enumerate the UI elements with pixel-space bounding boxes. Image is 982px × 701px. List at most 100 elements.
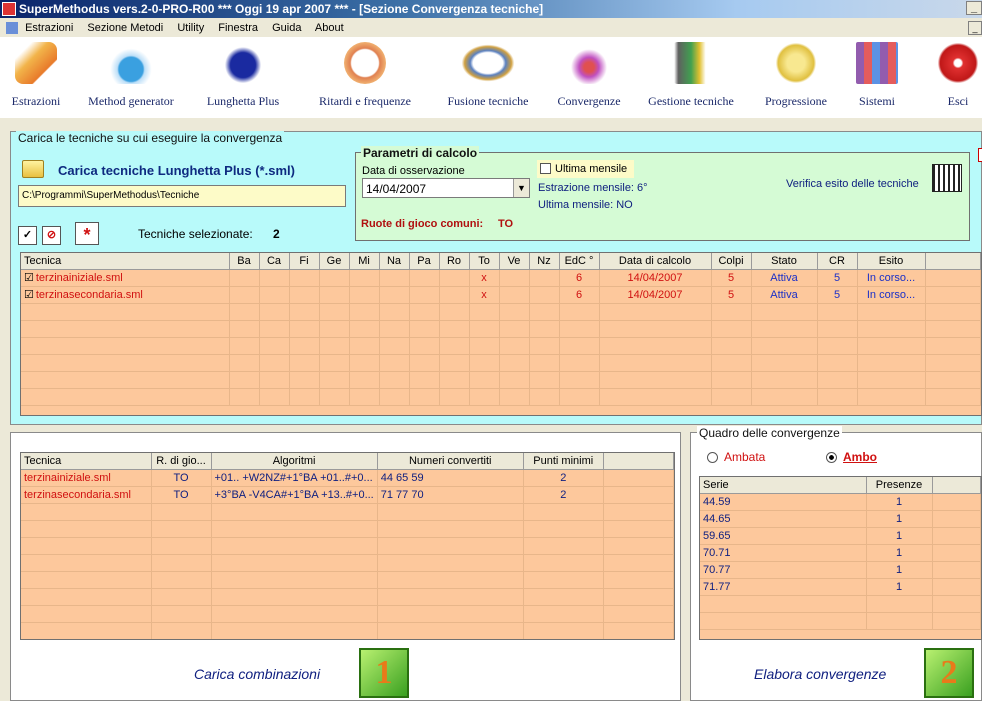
column-header[interactable]: Tecnica — [21, 453, 152, 470]
column-header[interactable]: Mi — [349, 253, 380, 270]
radio-ambata-label[interactable]: Ambata — [724, 450, 765, 464]
table-row[interactable]: 71.77 1 — [700, 578, 981, 596]
row-checkbox[interactable]: ☑ — [24, 289, 34, 301]
column-header[interactable]: Colpi — [711, 253, 752, 270]
toolbar-fusione-tecniche[interactable]: Fusione tecniche — [436, 42, 540, 109]
toolbar-gestione-tecniche[interactable]: Gestione tecniche — [638, 42, 744, 109]
toolbar-lunghetta-plus[interactable]: Lunghetta Plus — [196, 42, 290, 109]
folder-icon[interactable] — [22, 160, 44, 178]
column-header[interactable]: Tecnica — [21, 253, 230, 270]
menu-estrazioni[interactable]: Estrazioni — [25, 22, 73, 34]
table-row[interactable] — [21, 388, 981, 406]
radio-ambo[interactable] — [826, 452, 837, 463]
table-row[interactable]: 44.65 1 — [700, 510, 981, 528]
chevron-down-icon[interactable]: ▼ — [513, 179, 529, 197]
column-header[interactable]: Data di calcolo — [599, 253, 712, 270]
row-checkbox[interactable]: ☑ — [24, 272, 34, 284]
column-header[interactable]: To — [469, 253, 500, 270]
elabora-convergenze-button[interactable]: 2 — [924, 648, 974, 698]
select-all-button[interactable]: ✓ — [18, 226, 37, 245]
carica-combinazioni-label[interactable]: Carica combinazioni — [194, 666, 320, 682]
mdi-minimize-button[interactable]: _ — [968, 21, 982, 35]
table-row[interactable]: terzinainiziale.sml TO +01.. +W2NZ#+1°BA +… — [21, 469, 674, 487]
table-row[interactable] — [21, 337, 981, 355]
table-row[interactable] — [700, 595, 981, 613]
toolbar-esci[interactable]: Esci — [930, 42, 982, 109]
column-header[interactable]: Serie — [700, 477, 867, 494]
column-header[interactable]: Punti minimi — [523, 453, 604, 470]
toolbar-estrazioni[interactable]: Estrazioni — [4, 42, 68, 109]
toolbar-progressione[interactable]: Progressione — [756, 42, 836, 109]
toolbar-convergenze[interactable]: Convergenze — [548, 42, 630, 109]
elabora-convergenze-label[interactable]: Elabora convergenze — [754, 666, 886, 682]
column-header[interactable]: EdC ° — [559, 253, 600, 270]
column-header[interactable]: Fi — [289, 253, 320, 270]
column-header[interactable]: Nz — [529, 253, 560, 270]
column-header[interactable]: Ge — [319, 253, 350, 270]
column-header[interactable]: CR — [817, 253, 858, 270]
table-row[interactable] — [21, 588, 674, 606]
column-header[interactable]: R. di gio... — [151, 453, 212, 470]
column-header[interactable]: Pa — [409, 253, 440, 270]
table-row[interactable] — [21, 537, 674, 555]
close-icon[interactable] — [978, 148, 982, 162]
table-row[interactable] — [21, 520, 674, 538]
calculator-icon[interactable] — [932, 164, 962, 192]
header-row: Serie Presenze — [700, 477, 981, 494]
deselect-all-button[interactable]: ⊘ — [42, 226, 61, 245]
table-cell — [349, 269, 380, 287]
load-title[interactable]: Carica tecniche Lunghetta Plus (*.sml) — [58, 163, 295, 178]
menu-sezione-metodi[interactable]: Sezione Metodi — [87, 22, 163, 34]
table-row[interactable]: ☑ terzinainiziale.sml x 6 14/04/2007 5 Attiva 5… — [21, 269, 981, 287]
column-header[interactable]: Esito — [857, 253, 926, 270]
column-header[interactable]: Ro — [439, 253, 470, 270]
toolbar-method-generator[interactable]: Method generator — [78, 42, 184, 109]
column-header[interactable]: Ve — [499, 253, 530, 270]
column-header[interactable]: Ba — [229, 253, 260, 270]
table-row[interactable] — [700, 612, 981, 630]
table-row[interactable] — [21, 320, 981, 338]
table-cell — [529, 388, 560, 406]
table-row[interactable] — [21, 354, 981, 372]
table-cell — [21, 388, 230, 406]
carica-combinazioni-button[interactable]: 1 — [359, 648, 409, 698]
table-row[interactable] — [21, 605, 674, 623]
ultima-mensile-checkbox-area[interactable]: Ultima mensile — [537, 160, 634, 178]
cell-text: 2 — [560, 471, 567, 484]
table-row[interactable]: 44.59 1 — [700, 493, 981, 511]
date-select[interactable]: 14/04/2007 ▼ — [362, 178, 530, 198]
table-row[interactable] — [21, 622, 674, 639]
radio-ambo-label[interactable]: Ambo — [843, 450, 877, 464]
toolbar-ritardi-frequenze[interactable]: Ritardi e frequenze — [308, 42, 422, 109]
column-header[interactable]: Stato — [751, 253, 818, 270]
column-header[interactable]: Presenze — [866, 477, 933, 494]
table-row[interactable]: 59.65 1 — [700, 527, 981, 545]
column-header[interactable]: Ca — [259, 253, 290, 270]
table-row[interactable] — [21, 303, 981, 321]
table-row[interactable]: terzinasecondaria.sml TO +3°BA -V4CA#+1°BA… — [21, 486, 674, 504]
table-row[interactable]: 70.77 1 — [700, 561, 981, 579]
menu-finestra[interactable]: Finestra — [218, 22, 258, 34]
minimize-button[interactable]: _ — [966, 1, 982, 15]
menu-guida[interactable]: Guida — [272, 22, 301, 34]
asterisk-button[interactable]: * — [75, 222, 99, 245]
table-row[interactable]: 70.71 1 — [700, 544, 981, 562]
menu-about[interactable]: About — [315, 22, 344, 34]
column-header[interactable]: Na — [379, 253, 410, 270]
table-cell — [259, 371, 290, 389]
table-row[interactable] — [21, 554, 674, 572]
ultima-mensile-checkbox[interactable] — [540, 163, 551, 174]
path-field[interactable]: C:\Programmi\SuperMethodus\Tecniche — [18, 185, 346, 207]
table-row[interactable] — [21, 571, 674, 589]
verifica-link[interactable]: Verifica esito delle tecniche — [786, 178, 919, 190]
table-row[interactable] — [21, 503, 674, 521]
table-row[interactable] — [21, 371, 981, 389]
radio-ambata[interactable] — [707, 452, 718, 463]
mdi-icon[interactable] — [6, 22, 18, 34]
column-header[interactable]: Algoritmi — [211, 453, 378, 470]
table-row[interactable]: ☑ terzinasecondaria.sml x 6 14/04/2007 5 Attiv… — [21, 286, 981, 304]
toolbar-sistemi[interactable]: Sistemi — [852, 42, 902, 109]
table-cell: 71.77 — [700, 578, 867, 596]
menu-utility[interactable]: Utility — [177, 22, 204, 34]
column-header[interactable]: Numeri convertiti — [377, 453, 524, 470]
